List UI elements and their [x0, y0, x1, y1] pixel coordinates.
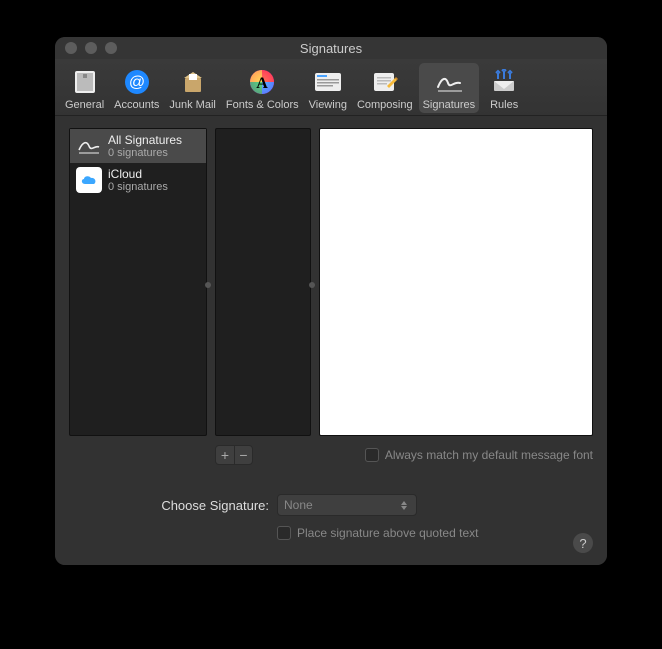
viewing-icon: [313, 67, 343, 97]
add-signature-button[interactable]: +: [216, 446, 234, 464]
preferences-toolbar: General @ Accounts Junk Mail: [55, 59, 607, 116]
source-text: iCloud 0 signatures: [108, 167, 168, 193]
source-text: All Signatures 0 signatures: [108, 133, 182, 159]
composing-icon: [370, 67, 400, 97]
zoom-window-button[interactable]: [105, 42, 117, 54]
svg-text:@: @: [129, 74, 145, 91]
minimize-window-button[interactable]: [85, 42, 97, 54]
general-icon: [70, 67, 100, 97]
signatures-icon: [434, 67, 464, 97]
preferences-window: Signatures General @ Accounts Junk Mail: [55, 37, 607, 565]
accounts-icon: @: [122, 67, 152, 97]
form-area: Choose Signature: None Place signature a…: [69, 494, 593, 540]
help-icon-text: ?: [579, 536, 586, 551]
help-button[interactable]: ?: [573, 533, 593, 553]
tab-label: Junk Mail: [169, 99, 215, 111]
svg-text:A: A: [256, 75, 268, 92]
source-label: All Signatures: [108, 133, 182, 147]
tab-rules[interactable]: Rules: [481, 63, 527, 113]
titlebar: Signatures: [55, 37, 607, 59]
fonts-colors-icon: A: [247, 67, 277, 97]
place-above-row: Place signature above quoted text: [277, 526, 593, 540]
tab-composing[interactable]: Composing: [353, 63, 417, 113]
match-font-label: Always match my default message font: [385, 448, 593, 462]
choose-signature-label: Choose Signature:: [69, 498, 269, 513]
tab-general[interactable]: General: [61, 63, 108, 113]
icloud-icon: [76, 167, 102, 193]
signature-editor[interactable]: [319, 128, 593, 436]
place-above-label: Place signature above quoted text: [297, 526, 478, 540]
traffic-lights: [55, 42, 117, 54]
source-count: 0 signatures: [108, 181, 168, 193]
add-remove-buttons: + −: [215, 445, 253, 465]
tab-label: Rules: [490, 99, 518, 111]
below-columns-row: + − Always match my default message font: [69, 444, 593, 466]
source-count: 0 signatures: [108, 147, 182, 159]
match-font-checkbox[interactable]: [365, 448, 379, 462]
close-window-button[interactable]: [65, 42, 77, 54]
tab-fonts-colors[interactable]: A Fonts & Colors: [222, 63, 303, 113]
window-title: Signatures: [55, 41, 607, 56]
tab-label: Composing: [357, 99, 413, 111]
tab-junk-mail[interactable]: Junk Mail: [165, 63, 219, 113]
source-label: iCloud: [108, 167, 168, 181]
junk-mail-icon: [178, 67, 208, 97]
choose-signature-select[interactable]: None: [277, 494, 417, 516]
tab-label: Viewing: [309, 99, 347, 111]
place-above-checkbox[interactable]: [277, 526, 291, 540]
tab-label: Signatures: [423, 99, 476, 111]
choose-signature-row: Choose Signature: None: [69, 494, 593, 516]
content-area: All Signatures 0 signatures iCloud 0 sig…: [55, 116, 607, 565]
signatures-list[interactable]: [215, 128, 311, 436]
chevron-up-down-icon: [396, 495, 412, 515]
signature-icon: [76, 133, 102, 159]
column-resize-handle[interactable]: [309, 282, 315, 288]
column-resize-handle[interactable]: [205, 282, 211, 288]
source-all-signatures[interactable]: All Signatures 0 signatures: [70, 129, 206, 163]
select-value: None: [284, 498, 313, 512]
source-icloud[interactable]: iCloud 0 signatures: [70, 163, 206, 197]
tab-accounts[interactable]: @ Accounts: [110, 63, 163, 113]
tab-viewing[interactable]: Viewing: [305, 63, 351, 113]
accounts-list[interactable]: All Signatures 0 signatures iCloud 0 sig…: [69, 128, 207, 436]
remove-signature-button[interactable]: −: [234, 446, 252, 464]
tab-label: Fonts & Colors: [226, 99, 299, 111]
rules-icon: [489, 67, 519, 97]
match-font-row: Always match my default message font: [365, 448, 593, 462]
tab-signatures[interactable]: Signatures: [419, 63, 480, 113]
tab-label: General: [65, 99, 104, 111]
tab-label: Accounts: [114, 99, 159, 111]
columns: All Signatures 0 signatures iCloud 0 sig…: [69, 128, 593, 436]
